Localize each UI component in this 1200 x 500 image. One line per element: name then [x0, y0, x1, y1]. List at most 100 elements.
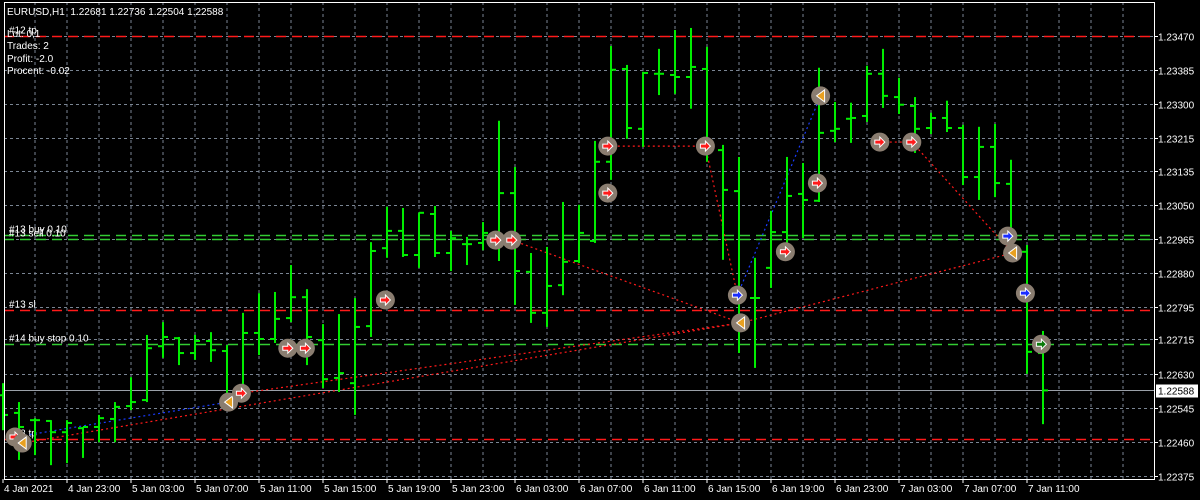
price-axis-label: 1.22545 [1158, 405, 1195, 416]
ohlc-bar [606, 46, 616, 180]
price-axis-label: 1.23385 [1158, 67, 1195, 78]
ohlc-bar [366, 242, 376, 337]
trade-link-line [704, 145, 738, 296]
ohlc-bar [942, 100, 952, 133]
trade-marker[interactable] [811, 86, 831, 106]
trade-marker[interactable] [502, 230, 522, 250]
time-axis-label: 6 Jan 23:00 [836, 484, 889, 495]
ohlc-bar [78, 425, 88, 458]
trade-marker[interactable] [295, 338, 315, 358]
price-axis-label: 1.22965 [1158, 236, 1195, 247]
trade-marker[interactable] [695, 136, 715, 156]
price-chart[interactable]: 1.23470 1.23385 1.23300 1.23215 1.23135 1.230… [0, 0, 1200, 500]
ohlc-bar [350, 297, 360, 415]
ohlc-bar [862, 65, 872, 122]
ohlc-bar [94, 414, 104, 443]
trade-marker[interactable] [1003, 243, 1023, 263]
ohlc-bar [718, 144, 728, 260]
ohlc-bar [686, 27, 696, 109]
ohlc-bar [974, 126, 984, 200]
current-price-label: 1.22588 [1158, 387, 1195, 398]
time-axis-label: 5 Jan 15:00 [324, 484, 377, 495]
price-axis-label: 1.23300 [1158, 101, 1195, 112]
procent-text: Procent: -0.02 [7, 66, 70, 77]
ohlc-bar [174, 336, 184, 366]
time-axis-label: 5 Jan 03:00 [132, 484, 185, 495]
trade-link-line [740, 252, 1013, 324]
ohlc-bar [878, 48, 888, 108]
price-axis-label: 1.23050 [1158, 202, 1195, 213]
ohlc-bar [526, 252, 536, 323]
ohlc-bar [206, 332, 216, 362]
ohlc-bar [622, 64, 632, 139]
time-axis-label: 5 Jan 07:00 [196, 484, 249, 495]
ohlc-bar [334, 314, 344, 393]
ohlc-bar [62, 420, 72, 464]
price-axis-label: 1.22460 [1158, 439, 1195, 450]
lot-text: Lot: 0,1 [7, 29, 41, 40]
time-axis-label: 5 Jan 19:00 [388, 484, 441, 495]
symbol-timeframe: EURUSD,H1 [7, 7, 65, 18]
time-axis-label: 7 Jan 03:00 [900, 484, 953, 495]
ohlc-values: 1.22681 1.22736 1.22504 1.22588 [70, 7, 224, 18]
ohlc-bar [654, 48, 664, 96]
ohlc-bar [830, 101, 840, 143]
ohlc-bar [382, 206, 392, 258]
time-axis-label: 5 Jan 23:00 [452, 484, 505, 495]
price-axis-label: 1.22880 [1158, 270, 1195, 281]
ohlc-bar [558, 201, 568, 296]
ohlc-bar [990, 124, 1000, 198]
time-axis-label: 7 Jan 11:00 [1028, 484, 1080, 495]
trade-marker[interactable] [598, 136, 618, 156]
trade-marker[interactable] [278, 338, 298, 358]
trade-link-line [736, 95, 822, 296]
trade-marker[interactable] [1015, 283, 1035, 303]
ohlc-bar [446, 230, 456, 272]
price-axis-label: 1.23135 [1158, 168, 1195, 179]
price-axis-label: 1.23470 [1158, 33, 1195, 44]
order-line-label: #14 buy stop 0.10 [9, 334, 89, 345]
time-axis-label: 6 Jan 19:00 [772, 484, 825, 495]
ohlc-bar [670, 29, 680, 94]
ohlc-bar [254, 293, 264, 356]
ohlc-bars [0, 27, 1048, 466]
trade-marker[interactable] [902, 132, 922, 152]
trade-link-line [14, 401, 229, 438]
time-axis-label: 6 Jan 15:00 [708, 484, 761, 495]
ohlc-bar [318, 324, 328, 388]
trade-marker[interactable] [375, 290, 395, 310]
trade-marker[interactable] [12, 433, 32, 453]
trade-marker[interactable] [731, 313, 751, 333]
ohlc-bar [638, 71, 648, 147]
time-axis-label: 5 Jan 11:00 [260, 484, 312, 495]
trade-link-line [241, 322, 741, 394]
price-axis-label: 1.22375 [1158, 473, 1195, 484]
trade-marker[interactable] [231, 383, 251, 403]
ohlc-bar [574, 204, 584, 264]
time-axis-label: 6 Jan 11:00 [644, 484, 696, 495]
ohlc-bar [430, 205, 440, 258]
trade-marker[interactable] [807, 173, 827, 193]
time-axis-label: 4 Jan 2021 [4, 484, 54, 495]
order-line-label: #13 sell 0.10 [9, 229, 66, 240]
trade-link-line [22, 322, 741, 444]
trade-marker[interactable] [598, 183, 618, 203]
ohlc-bar [462, 236, 472, 266]
ohlc-bar [414, 211, 424, 268]
ohlc-bar [958, 124, 968, 186]
order-line-label: #13 sl [9, 300, 36, 311]
ohlc-bar [750, 257, 760, 368]
trade-marker[interactable] [775, 242, 795, 262]
ohlc-bar [398, 207, 408, 258]
ohlc-bar [542, 246, 552, 327]
trade-marker[interactable] [727, 285, 747, 305]
trade-marker[interactable] [998, 226, 1018, 246]
ohlc-bar [926, 112, 936, 135]
trade-marker[interactable] [870, 132, 890, 152]
profit-text: Profit: -2.0 [7, 54, 54, 65]
time-axis-label: 7 Jan 07:00 [964, 484, 1017, 495]
time-axis-label: 4 Jan 23:00 [68, 484, 121, 495]
price-axis-label: 1.22715 [1158, 336, 1195, 347]
trade-marker[interactable] [1031, 334, 1051, 354]
ohlc-bar [1022, 244, 1032, 374]
